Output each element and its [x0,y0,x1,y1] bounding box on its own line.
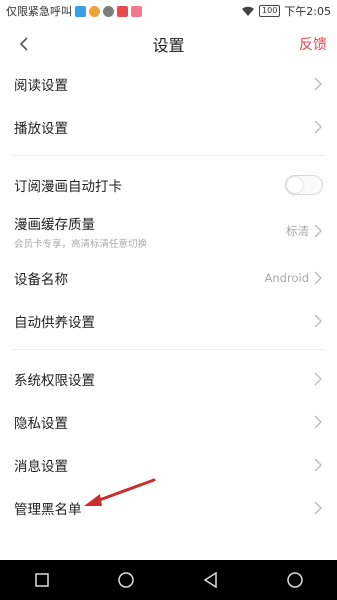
chevron-right-icon [314,77,322,90]
section-divider [12,155,325,156]
chevron-right-icon [314,501,322,514]
auto-checkin-toggle[interactable] [285,174,323,195]
page-title: 设置 [152,36,185,55]
chevron-right-icon [314,458,322,471]
nav-bar: 设置 反馈 [0,22,337,66]
feedback-button[interactable]: 反馈 [299,34,327,54]
chevron-right-icon [314,372,322,385]
chevron-right-icon [314,314,322,327]
settings-item-label: 设备名称 [14,271,68,288]
chevron-left-icon [19,37,28,51]
chevron-right-icon [314,224,322,238]
settings-item-label: 阅读设置 [14,77,68,94]
settings-item-label: 隐私设置 [14,415,68,432]
back-nav-button[interactable] [199,568,223,592]
settings-item-auto-checkin: 订阅漫画自动打卡 [0,163,337,206]
settings-item-label: 自动供养设置 [14,314,95,331]
circle-icon [287,572,303,588]
carrier-text: 仅限紧急呼叫 [6,5,72,18]
app-notification-icon [75,5,86,17]
recents-button-alt[interactable] [283,568,307,592]
status-bar: 仅限紧急呼叫 100 下午2:05 [0,0,337,22]
battery-icon: 100 [259,5,281,17]
chevron-right-icon [314,271,322,284]
triangle-back-icon [203,572,217,588]
settings-item-label: 管理黑名单 [14,501,82,518]
settings-item-label: 播放设置 [14,120,68,137]
settings-item-privacy[interactable]: 隐私设置 [0,400,337,443]
home-button[interactable] [114,568,138,592]
settings-item-auto-support[interactable]: 自动供养设置 [0,299,337,342]
settings-item-playback[interactable]: 播放设置 [0,105,337,148]
settings-item-device-name[interactable]: 设备名称 Android [0,256,337,299]
back-button[interactable] [10,30,38,58]
settings-item-label: 系统权限设置 [14,372,95,389]
settings-item-label: 订阅漫画自动打卡 [14,178,122,195]
wechat-icon [103,5,114,17]
settings-list: 阅读设置 播放设置 订阅漫画自动打卡 漫画缓存质量 会员卡专享，高清标清任意切换… [0,62,337,529]
recents-button[interactable] [30,568,54,592]
clock: 下午2:05 [284,5,331,18]
app-notification-icon [89,5,100,17]
settings-item-messages[interactable]: 消息设置 [0,443,337,486]
settings-item-value: 标清 [286,224,309,238]
settings-item-cache-quality[interactable]: 漫画缓存质量 会员卡专享，高清标清任意切换 标清 [0,206,337,256]
settings-item-value: Android [264,270,309,285]
section-divider [12,349,325,350]
settings-item-system-permissions[interactable]: 系统权限设置 [0,357,337,400]
app-notification-icon [131,5,142,17]
settings-item-blacklist[interactable]: 管理黑名单 [0,486,337,529]
settings-item-subtitle: 会员卡专享，高清标清任意切换 [14,238,148,250]
app-notification-icon [117,5,128,17]
circle-icon [118,572,135,588]
square-icon [35,573,49,587]
wifi-icon [242,6,255,16]
settings-item-label: 消息设置 [14,458,68,475]
system-nav-bar [0,560,337,600]
settings-item-label: 漫画缓存质量 [14,216,95,233]
chevron-right-icon [314,415,322,428]
settings-item-reading[interactable]: 阅读设置 [0,62,337,105]
chevron-right-icon [314,120,322,133]
annotation-arrow-icon [84,478,156,506]
